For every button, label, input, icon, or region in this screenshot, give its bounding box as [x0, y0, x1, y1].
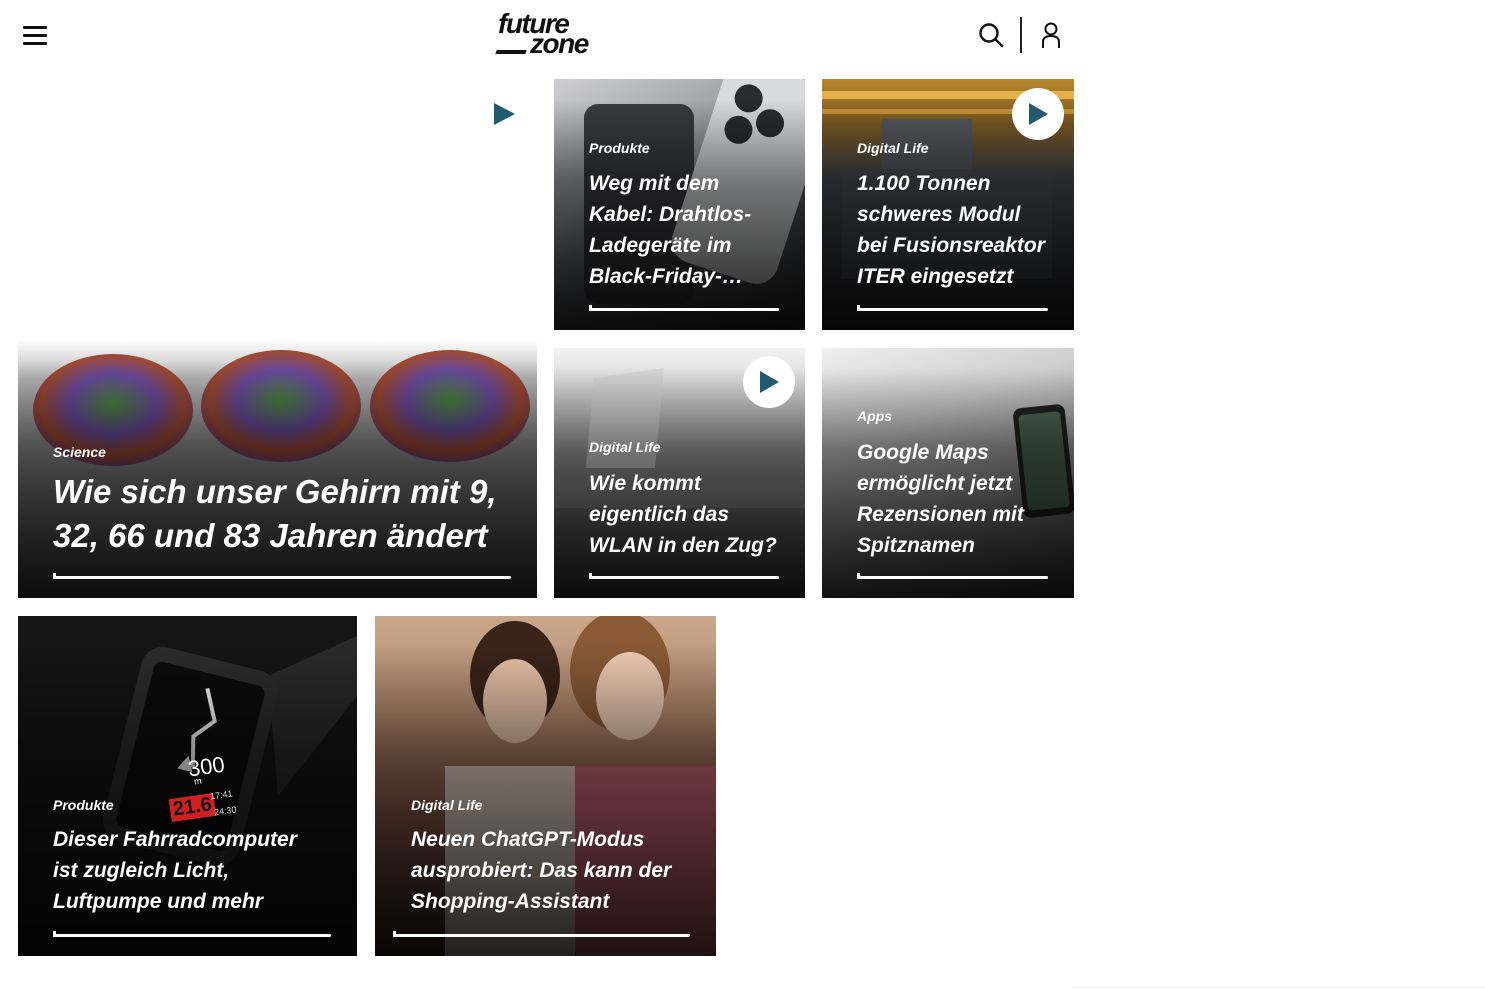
page-divider [1072, 987, 1485, 988]
site-logo[interactable]: future zone [494, 10, 604, 60]
article-category[interactable]: Produkte [53, 797, 114, 813]
progress-line [857, 305, 1048, 311]
article-category[interactable]: Digital Life [857, 140, 929, 156]
article-title[interactable]: Wie sich unser Gehirn mit 9, 32, 66 und … [53, 470, 515, 558]
bike-distance-value: 300 [186, 751, 227, 782]
site-header: future zone [0, 0, 1085, 72]
progress-line [393, 931, 690, 937]
progress-line [589, 305, 779, 311]
image-overlay [18, 340, 537, 598]
header-divider [1020, 17, 1022, 53]
article-card-bike-computer[interactable]: 300 m 21.6 17:41 24:30 Produkte Dieser F… [18, 616, 357, 956]
play-icon[interactable] [486, 96, 522, 132]
bike-distance-readout: 300 [186, 752, 226, 783]
bike-speed-value: 21.6 [171, 793, 214, 821]
video-play-icon[interactable] [743, 356, 795, 408]
logo-text-bottom: zone [530, 28, 589, 59]
article-card-maps[interactable]: Apps Google Maps ermöglicht jetzt Rezens… [822, 348, 1074, 598]
hamburger-menu-icon[interactable] [20, 20, 50, 50]
article-title[interactable]: 1.100 Tonnen schweres Modul bei Fusionsr… [857, 168, 1052, 292]
article-category[interactable]: Digital Life [589, 439, 661, 455]
progress-line [53, 931, 331, 937]
user-icon[interactable] [1036, 20, 1066, 52]
article-title[interactable]: Neuen ChatGPT-Modus ausprobiert: Das kan… [411, 824, 676, 917]
article-card-chargers[interactable]: Produkte Weg mit dem Kabel: Drahtlos-Lad… [554, 79, 805, 330]
article-category[interactable]: Apps [857, 408, 892, 424]
article-card-chatgpt[interactable]: Digital Life Neuen ChatGPT-Modus ausprob… [375, 616, 716, 956]
progress-line [857, 573, 1048, 579]
article-card-brain[interactable]: Science Wie sich unser Gehirn mit 9, 32,… [18, 340, 537, 598]
progress-line [589, 573, 779, 579]
article-title[interactable]: Weg mit dem Kabel: Drahtlos-Ladegeräte i… [589, 168, 783, 292]
bike-distance-unit: m [193, 775, 203, 787]
logo-underscore [495, 50, 527, 54]
article-card-iter[interactable]: Digital Life 1.100 Tonnen schweres Modul… [822, 79, 1074, 330]
article-title[interactable]: Wie kommt eigentlich das WLAN in den Zug… [589, 468, 783, 561]
article-title[interactable]: Google Maps ermöglicht jetzt Rezensionen… [857, 437, 1052, 561]
article-category[interactable]: Produkte [589, 140, 650, 156]
article-title[interactable]: Dieser Fahrradcomputer ist zugleich Lich… [53, 824, 327, 917]
article-category[interactable]: Digital Life [411, 797, 483, 813]
search-icon[interactable] [976, 20, 1006, 50]
article-category[interactable]: Science [53, 444, 106, 460]
progress-line [53, 573, 511, 579]
article-card-wlan[interactable]: Digital Life Wie kommt eigentlich das WL… [554, 348, 805, 598]
video-play-icon[interactable] [1012, 88, 1064, 140]
